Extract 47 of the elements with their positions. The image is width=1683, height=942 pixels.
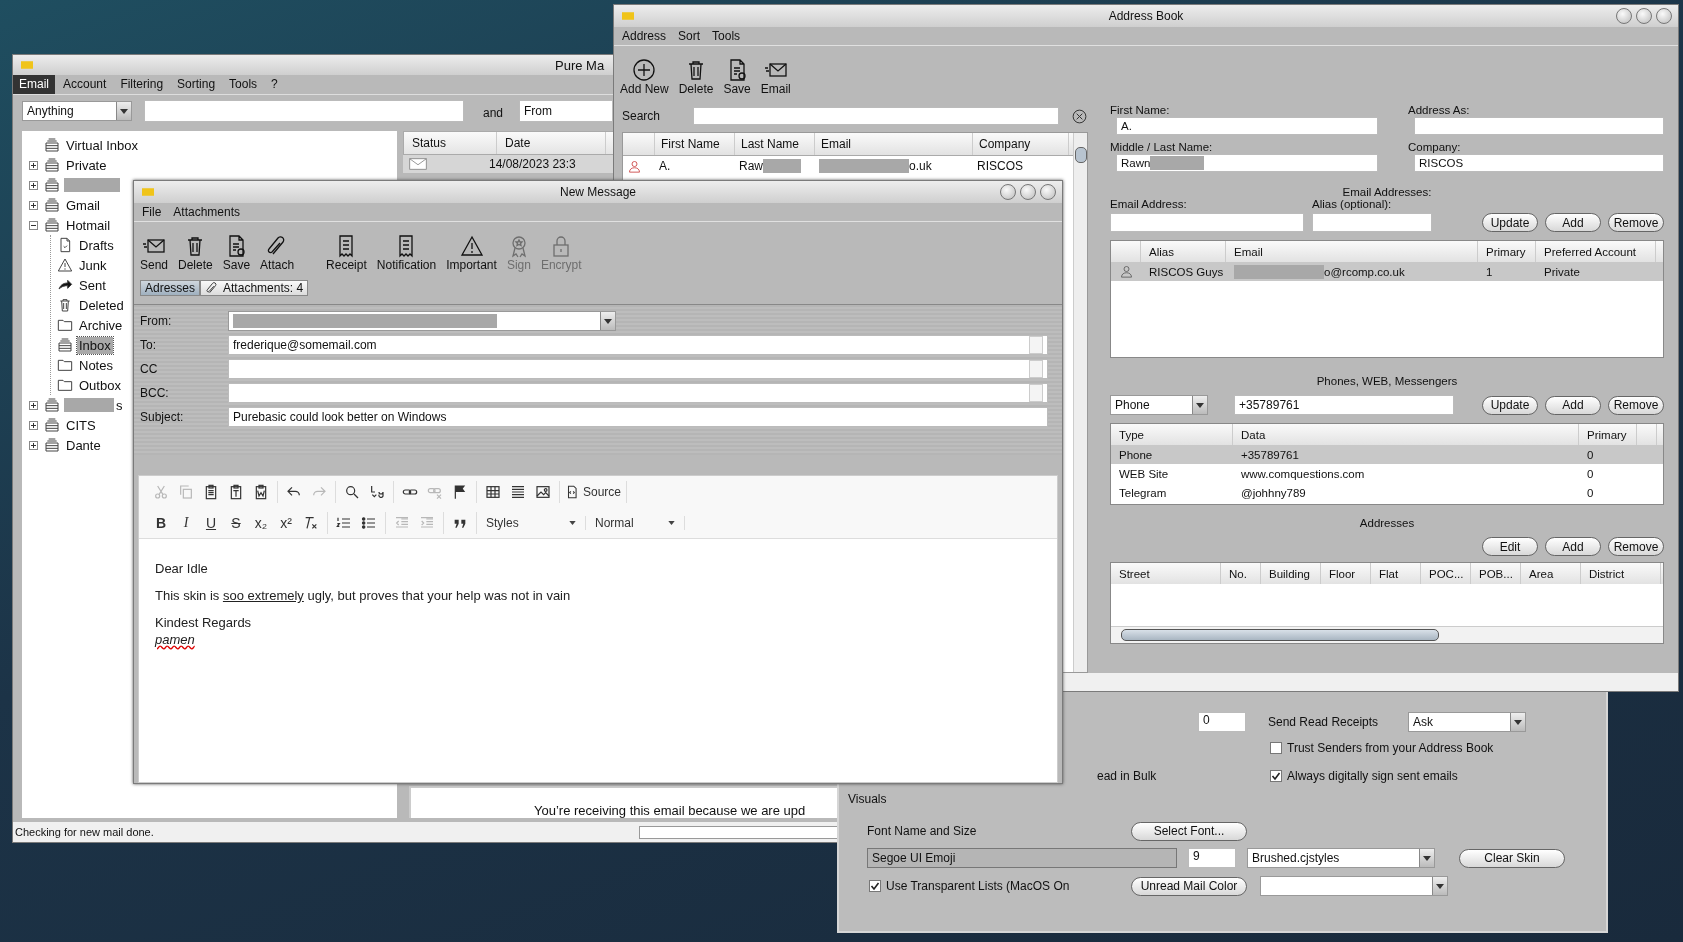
body-text: pamen	[155, 632, 196, 647]
body-text: This skin is soo extremely ugly, but proves that your help was not in vain	[155, 588, 572, 603]
field-label: Address As:	[1408, 104, 1471, 116]
section-heading: Addresses	[1358, 517, 1416, 529]
table-cell: Private	[1544, 265, 1580, 278]
field-label: Middle / Last Name:	[1110, 141, 1214, 153]
window-title: Address Book	[1108, 9, 1184, 23]
search-label: Search	[622, 109, 661, 123]
table-cell: o@rcomp.co.uk	[1324, 265, 1405, 278]
table-cell-text: +35789761	[1240, 448, 1300, 461]
table-cell-text: www.comquestions.com	[1240, 467, 1366, 480]
field-label: BCC:	[140, 386, 170, 400]
body-text: Dear Idle	[155, 561, 209, 576]
status-text: Checking for new mail done.	[15, 826, 154, 838]
field-label: CC	[140, 362, 159, 376]
table-cell-text: 0	[1586, 448, 1595, 461]
setting-label: Send Read Receipts	[1268, 715, 1380, 729]
preview-text: You’re receiving this email because we are upd	[534, 803, 806, 818]
table-cell-text: 0	[1586, 486, 1595, 499]
field-label: Subject:	[140, 410, 185, 424]
table-cell-text: Phone	[1118, 448, 1154, 461]
field-label: First Name:	[1110, 104, 1171, 116]
table-cell-text: 0	[1586, 467, 1595, 480]
joiner-label: and	[483, 106, 505, 120]
section-heading: Email Addresses:	[1341, 186, 1433, 198]
window-title: New Message	[560, 185, 636, 199]
table-cell: RISCOS	[977, 159, 1023, 173]
setting-label: Font Name and Size	[867, 824, 978, 838]
table-cell: RISCOS Guys	[1149, 265, 1224, 278]
field-label: Email Address:	[1110, 198, 1188, 210]
table-cell: 14/08/2023 23:3	[489, 157, 576, 171]
table-cell: o.uk	[909, 159, 932, 173]
table-cell-text: WEB Site	[1118, 467, 1170, 480]
field-label: To:	[140, 338, 157, 352]
option-label: ead in Bulk	[1097, 769, 1157, 783]
field-label: From:	[140, 314, 173, 328]
table-cell-text: @johhny789	[1240, 486, 1307, 499]
section-heading: Phones, WEB, Messengers	[1315, 375, 1459, 387]
window-title: Pure Ma	[555, 57, 605, 73]
section-heading: Visuals	[848, 792, 888, 808]
body-text: Kindest Regards	[155, 615, 253, 630]
table-cell-text: Telegram	[1118, 486, 1168, 499]
field-label: Alias (optional):	[1312, 198, 1393, 210]
table-cell: Raw	[739, 159, 763, 173]
table-cell: A.	[659, 159, 671, 173]
table-cell: 1	[1486, 265, 1493, 278]
field-label: Company:	[1408, 141, 1462, 153]
